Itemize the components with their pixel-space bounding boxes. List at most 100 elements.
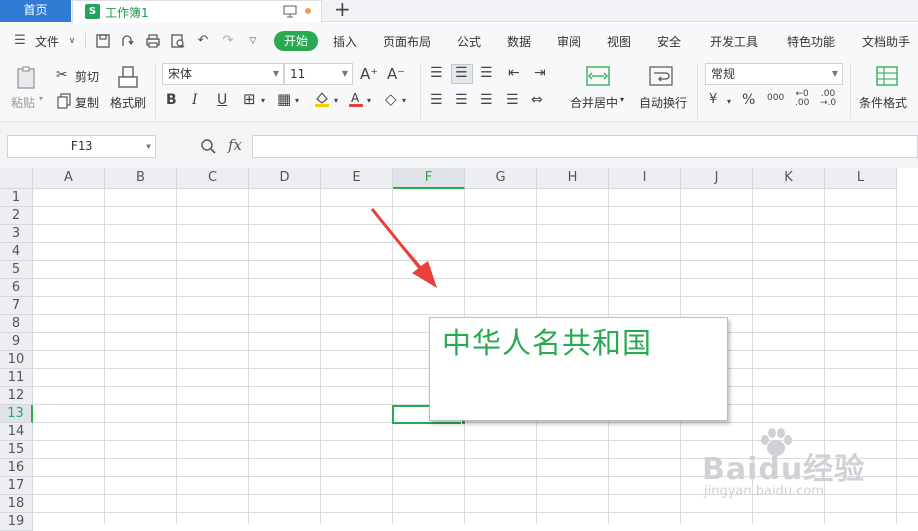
row-header-18[interactable]: 18 xyxy=(0,495,33,513)
row-header-6[interactable]: 6 xyxy=(0,279,33,297)
tab-workbook[interactable]: S 工作簿1 xyxy=(72,0,322,23)
distribute-icon[interactable]: ⇔ xyxy=(531,92,543,108)
name-box[interactable]: F13 ▼ xyxy=(7,135,156,158)
align-top-icon[interactable]: ☰ xyxy=(430,65,443,81)
font-name-select[interactable]: 宋体 ▼ xyxy=(162,63,284,85)
menu-security[interactable]: 安全 xyxy=(657,33,681,50)
menu-page-layout[interactable]: 页面布局 xyxy=(383,33,431,50)
row-header-5[interactable]: 5 xyxy=(0,261,33,279)
column-header-k[interactable]: K xyxy=(753,168,825,189)
row-header-2[interactable]: 2 xyxy=(0,207,33,225)
align-bottom-icon[interactable]: ☰ xyxy=(480,65,493,81)
merge-cells-icon[interactable] xyxy=(586,65,610,87)
format-painter-button[interactable]: 格式刷 xyxy=(110,94,146,111)
chevron-down-icon[interactable]: ▾ xyxy=(727,94,731,110)
row-header-7[interactable]: 7 xyxy=(0,297,33,315)
decrease-decimal-icon[interactable]: .00 →.0 xyxy=(820,90,836,108)
wrap-text-button[interactable]: 自动换行 xyxy=(639,94,687,111)
paste-dropdown-icon[interactable]: ▾ xyxy=(39,94,43,103)
chevron-down-icon[interactable]: ▾ xyxy=(261,93,265,109)
print-icon[interactable] xyxy=(145,33,161,49)
currency-icon[interactable]: ¥ xyxy=(709,92,717,108)
percent-button[interactable]: % xyxy=(742,92,755,108)
row-header-16[interactable]: 16 xyxy=(0,459,33,477)
format-painter-icon[interactable] xyxy=(117,65,139,91)
menu-view[interactable]: 视图 xyxy=(607,33,631,50)
redo-icon[interactable]: ↷ xyxy=(220,33,236,49)
customize-toolbar-icon[interactable]: ▽ xyxy=(245,33,261,49)
new-tab-button[interactable]: + xyxy=(334,0,351,19)
row-header-13[interactable]: 13 xyxy=(0,405,33,423)
column-header-b[interactable]: B xyxy=(105,168,177,189)
chevron-down-icon[interactable]: ▾ xyxy=(620,95,624,104)
fill-color-icon[interactable] xyxy=(313,90,331,108)
menu-file[interactable]: 文件 xyxy=(35,33,59,50)
bold-icon[interactable]: B xyxy=(166,92,177,108)
menu-developer-tools[interactable]: 开发工具 xyxy=(710,33,758,50)
row-header-10[interactable]: 10 xyxy=(0,351,33,369)
border-icon[interactable]: ⊞ xyxy=(243,91,256,107)
merge-center-button[interactable]: 合并居中 xyxy=(570,94,618,111)
chevron-down-icon[interactable]: ▾ xyxy=(367,93,371,109)
menu-special-features[interactable]: 特色功能 xyxy=(787,33,835,50)
select-all-corner[interactable] xyxy=(0,168,33,189)
chevron-down-icon[interactable]: ∨ xyxy=(64,33,80,49)
scissors-icon[interactable]: ✂ xyxy=(56,67,68,83)
row-header-1[interactable]: 1 xyxy=(0,189,33,207)
eraser-icon[interactable]: ◇ xyxy=(385,91,397,107)
column-header-g[interactable]: G xyxy=(465,168,537,189)
indent-increase-icon[interactable]: ⇥ xyxy=(534,65,546,81)
row-header-12[interactable]: 12 xyxy=(0,387,33,405)
row-header-17[interactable]: 17 xyxy=(0,477,33,495)
row-header-8[interactable]: 8 xyxy=(0,315,33,333)
chevron-down-icon[interactable]: ▾ xyxy=(402,93,406,109)
conditional-format-button[interactable]: 条件格式 xyxy=(859,94,907,111)
menu-formula[interactable]: 公式 xyxy=(457,33,481,50)
column-header-i[interactable]: I xyxy=(609,168,681,189)
column-header-j[interactable]: J xyxy=(681,168,753,189)
menu-doc-assistant[interactable]: 文档助手 xyxy=(862,33,910,50)
monitor-icon[interactable] xyxy=(283,4,297,18)
save-icon[interactable] xyxy=(95,33,111,49)
underline-icon[interactable]: U xyxy=(217,92,227,108)
chevron-down-icon[interactable]: ▾ xyxy=(334,93,338,109)
indent-decrease-icon[interactable]: ⇤ xyxy=(508,65,520,81)
row-header-9[interactable]: 9 xyxy=(0,333,33,351)
tab-home[interactable]: 首页 xyxy=(0,0,71,22)
hamburger-icon[interactable]: ☰ xyxy=(12,33,28,49)
copy-icon[interactable] xyxy=(56,93,72,109)
print-preview-icon[interactable] xyxy=(170,33,186,49)
fx-icon[interactable]: fx xyxy=(228,136,242,154)
formula-input[interactable] xyxy=(252,135,918,158)
row-header-15[interactable]: 15 xyxy=(0,441,33,459)
column-header-d[interactable]: D xyxy=(249,168,321,189)
increase-font-icon[interactable]: A⁺ xyxy=(360,66,378,82)
paste-icon[interactable] xyxy=(14,65,40,91)
chevron-down-icon[interactable]: ▾ xyxy=(295,93,299,109)
row-header-11[interactable]: 11 xyxy=(0,369,33,387)
row-header-19[interactable]: 19 xyxy=(0,513,33,531)
conditional-format-icon[interactable] xyxy=(875,65,899,87)
number-format-select[interactable]: 常规 ▼ xyxy=(705,63,843,85)
font-size-select[interactable]: 11 ▼ xyxy=(284,63,353,85)
menu-review[interactable]: 审阅 xyxy=(557,33,581,50)
menu-data[interactable]: 数据 xyxy=(507,33,531,50)
decrease-font-icon[interactable]: A⁻ xyxy=(387,66,405,82)
column-header-h[interactable]: H xyxy=(537,168,609,189)
cell-style-icon[interactable]: ▦ xyxy=(277,91,291,107)
italic-icon[interactable]: I xyxy=(192,92,198,108)
column-header-f[interactable]: F xyxy=(393,168,465,189)
row-header-3[interactable]: 3 xyxy=(0,225,33,243)
increase-decimal-icon[interactable]: ←0.00 xyxy=(795,90,809,108)
undo-icon[interactable]: ↶ xyxy=(195,33,211,49)
copy-button[interactable]: 复制 xyxy=(75,94,99,111)
cut-button[interactable]: 剪切 xyxy=(75,68,99,85)
text-box[interactable]: 中华人名共和国 xyxy=(429,317,728,421)
align-left-icon[interactable]: ☰ xyxy=(430,92,443,108)
justify-icon[interactable]: ☰ xyxy=(506,92,519,108)
zoom-icon[interactable] xyxy=(200,138,216,154)
row-header-14[interactable]: 14 xyxy=(0,423,33,441)
font-color-icon[interactable]: A xyxy=(347,90,365,108)
menu-insert[interactable]: 插入 xyxy=(333,33,357,50)
wrap-text-icon[interactable] xyxy=(649,65,673,87)
